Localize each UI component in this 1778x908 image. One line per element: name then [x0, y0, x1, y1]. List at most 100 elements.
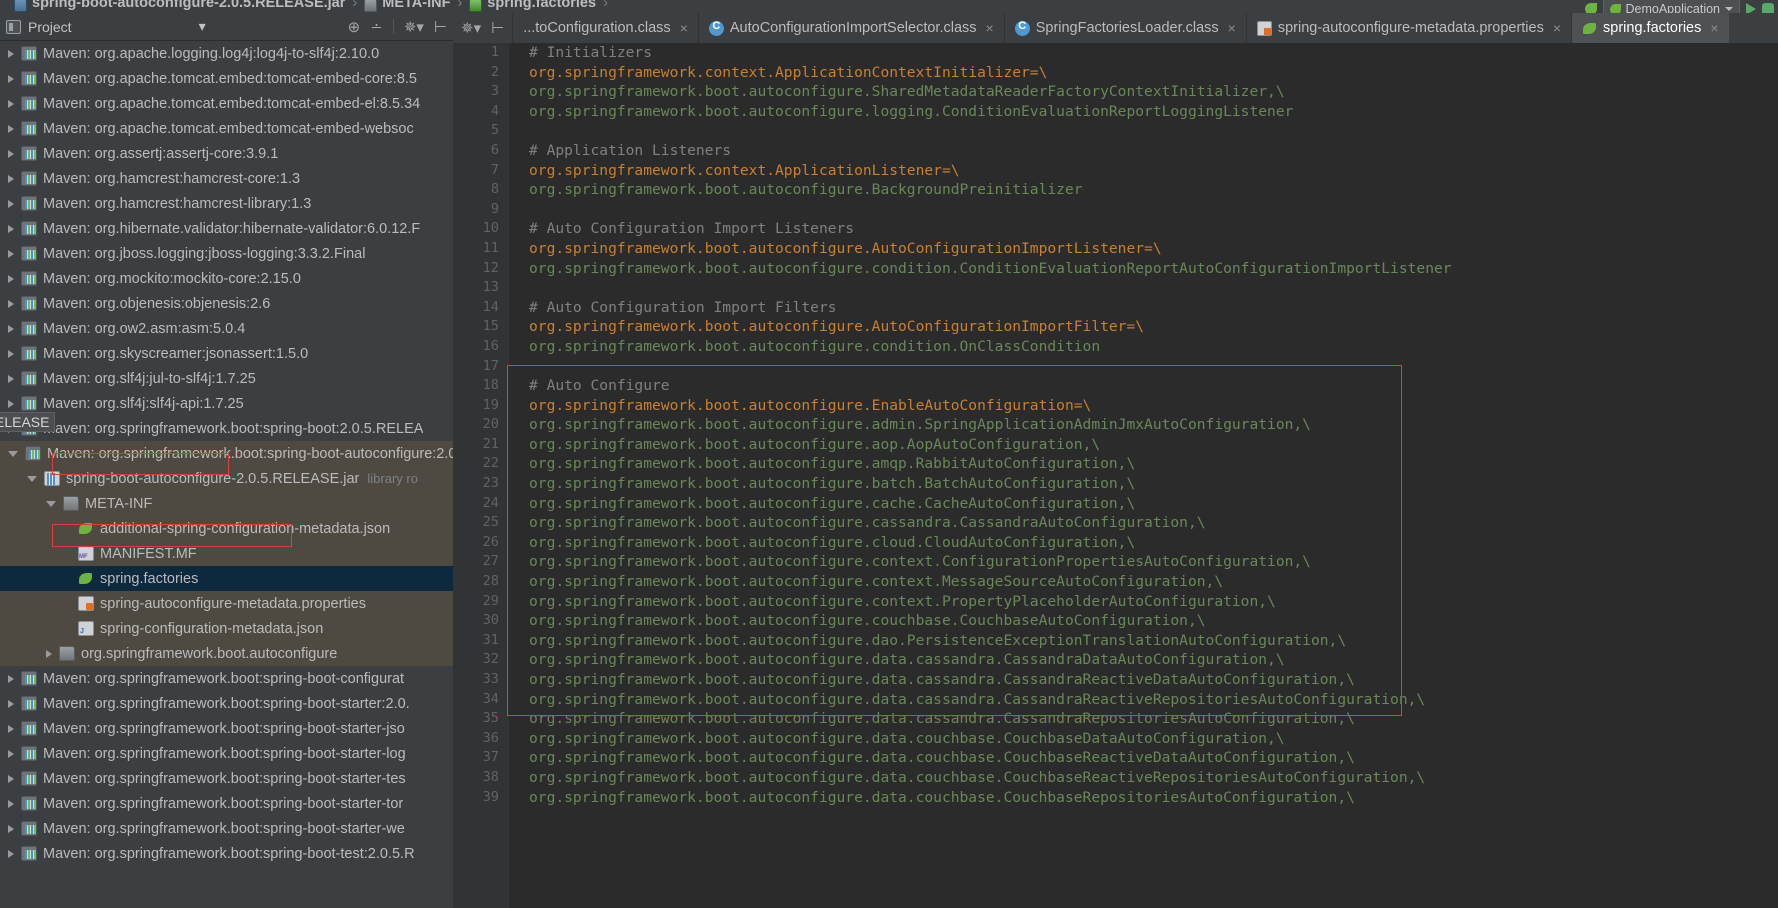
- code-line[interactable]: 18 # Auto Configure: [453, 376, 1778, 396]
- close-icon[interactable]: ×: [1228, 20, 1236, 36]
- chevron-down-icon[interactable]: [8, 450, 18, 457]
- hide-panel-icon[interactable]: ⊢: [434, 18, 447, 36]
- code-line[interactable]: 11 org.springframework.boot.autoconfigure…: [453, 239, 1778, 259]
- tree-row[interactable]: spring-autoconfigure-metadata.properties: [0, 591, 453, 616]
- tree-row[interactable]: Maven: org.slf4j:jul-to-slf4j:1.7.25: [0, 366, 453, 391]
- settings-gear-icon[interactable]: ✵▾: [461, 19, 481, 37]
- breadcrumb-item-file[interactable]: spring.factories: [487, 0, 596, 11]
- tree-row[interactable]: Maven: org.apache.tomcat.embed:tomcat-em…: [0, 66, 453, 91]
- chevron-right-icon[interactable]: [8, 174, 14, 183]
- code-line[interactable]: 32 org.springframework.boot.autoconfigure…: [453, 650, 1778, 670]
- chevron-down-icon[interactable]: [27, 475, 37, 482]
- code-line[interactable]: 38 org.springframework.boot.autoconfigure…: [453, 768, 1778, 788]
- run-configuration-selector[interactable]: DemoApplication: [1602, 0, 1740, 13]
- tree-row[interactable]: Maven: org.hamcrest:hamcrest-core:1.3: [0, 166, 453, 191]
- collapse-all-icon[interactable]: ∸: [370, 18, 383, 36]
- hide-panel-icon[interactable]: ⊢: [491, 19, 504, 37]
- code-line[interactable]: 21 org.springframework.boot.autoconfigure…: [453, 435, 1778, 455]
- code-line[interactable]: 35 org.springframework.boot.autoconfigure…: [453, 709, 1778, 729]
- tree-row[interactable]: Maven: org.objenesis:objenesis:2.6: [0, 291, 453, 316]
- code-line[interactable]: 2 org.springframework.context.Application…: [453, 63, 1778, 83]
- chevron-right-icon[interactable]: [8, 274, 14, 283]
- chevron-right-icon[interactable]: [8, 124, 14, 133]
- chevron-right-icon[interactable]: [8, 824, 14, 833]
- chevron-right-icon[interactable]: [8, 224, 14, 233]
- chevron-right-icon[interactable]: [8, 99, 14, 108]
- code-line[interactable]: 34 org.springframework.boot.autoconfigure…: [453, 690, 1778, 710]
- code-line[interactable]: 30 org.springframework.boot.autoconfigure…: [453, 611, 1778, 631]
- code-line[interactable]: 1 # Initializers: [453, 43, 1778, 63]
- tree-row[interactable]: Maven: org.slf4j:slf4j-api:1.7.25: [0, 391, 453, 416]
- code-line[interactable]: 14 # Auto Configuration Import Filters: [453, 298, 1778, 318]
- editor-tab[interactable]: spring.factories ×: [1571, 13, 1729, 43]
- code-line[interactable]: 6 # Application Listeners: [453, 141, 1778, 161]
- tree-row[interactable]: spring.factories: [0, 566, 453, 591]
- tree-row[interactable]: Maven: org.springframework.boot:spring-b…: [0, 441, 453, 466]
- code-line[interactable]: 9: [453, 200, 1778, 220]
- code-line[interactable]: 13: [453, 278, 1778, 298]
- chevron-right-icon[interactable]: [8, 299, 14, 308]
- tree-row[interactable]: Maven: org.springframework.boot:spring-b…: [0, 766, 453, 791]
- chevron-right-icon[interactable]: [8, 249, 14, 258]
- code-line[interactable]: 23 org.springframework.boot.autoconfigure…: [453, 474, 1778, 494]
- code-line[interactable]: 5: [453, 121, 1778, 141]
- tree-row[interactable]: Maven: org.springframework.boot:spring-b…: [0, 691, 453, 716]
- code-line[interactable]: 15 org.springframework.boot.autoconfigure…: [453, 317, 1778, 337]
- tree-row[interactable]: spring-boot-autoconfigure-2.0.5.RELEASE.…: [0, 466, 453, 491]
- code-line[interactable]: 4 org.springframework.boot.autoconfigure.…: [453, 102, 1778, 122]
- code-line[interactable]: 19 org.springframework.boot.autoconfigure…: [453, 396, 1778, 416]
- chevron-right-icon[interactable]: [8, 324, 14, 333]
- breadcrumb-item-metainf[interactable]: META-INF: [382, 0, 450, 11]
- chevron-right-icon[interactable]: [8, 199, 14, 208]
- code-line[interactable]: 17: [453, 357, 1778, 377]
- code-line[interactable]: 22 org.springframework.boot.autoconfigure…: [453, 454, 1778, 474]
- code-line[interactable]: 26 org.springframework.boot.autoconfigure…: [453, 533, 1778, 553]
- chevron-right-icon[interactable]: [8, 674, 14, 683]
- code-line[interactable]: 33 org.springframework.boot.autoconfigure…: [453, 670, 1778, 690]
- tree-row[interactable]: Maven: org.ow2.asm:asm:5.0.4: [0, 316, 453, 341]
- chevron-right-icon[interactable]: [46, 649, 52, 658]
- code-line[interactable]: 24 org.springframework.boot.autoconfigure…: [453, 494, 1778, 514]
- code-line[interactable]: 8 org.springframework.boot.autoconfigure.…: [453, 180, 1778, 200]
- tree-row[interactable]: Maven: org.hamcrest:hamcrest-library:1.3: [0, 191, 453, 216]
- run-icon[interactable]: [1746, 3, 1756, 13]
- tree-row[interactable]: additional-spring-configuration-metadata…: [0, 516, 453, 541]
- tree-row[interactable]: Maven: org.springframework.boot:spring-b…: [0, 666, 453, 691]
- chevron-right-icon[interactable]: [8, 749, 14, 758]
- tree-row[interactable]: Maven: org.hibernate.validator:hibernate…: [0, 216, 453, 241]
- code-line[interactable]: 27 org.springframework.boot.autoconfigure…: [453, 552, 1778, 572]
- close-icon[interactable]: ×: [680, 20, 688, 36]
- settings-gear-icon[interactable]: ✵▾: [404, 18, 424, 36]
- tree-row[interactable]: org.springframework.boot.autoconfigure: [0, 641, 453, 666]
- chevron-right-icon[interactable]: [8, 724, 14, 733]
- code-line[interactable]: 29 org.springframework.boot.autoconfigure…: [453, 592, 1778, 612]
- editor-tab[interactable]: ...toConfiguration.class ×: [512, 13, 698, 43]
- code-line[interactable]: 25 org.springframework.boot.autoconfigure…: [453, 513, 1778, 533]
- code-line[interactable]: 28 org.springframework.boot.autoconfigure…: [453, 572, 1778, 592]
- chevron-right-icon[interactable]: [8, 149, 14, 158]
- tree-row[interactable]: spring-configuration-metadata.json: [0, 616, 453, 641]
- code-line[interactable]: 16 org.springframework.boot.autoconfigure…: [453, 337, 1778, 357]
- tree-row[interactable]: Maven: org.springframework.boot:spring-b…: [0, 791, 453, 816]
- close-icon[interactable]: ×: [1553, 20, 1561, 36]
- debug-icon[interactable]: [1762, 3, 1774, 13]
- code-line[interactable]: 39 org.springframework.boot.autoconfigure…: [453, 788, 1778, 808]
- editor-code-area[interactable]: 1 # Initializers 2 org.springframework.cont…: [453, 43, 1778, 908]
- code-line[interactable]: 12 org.springframework.boot.autoconfigure…: [453, 259, 1778, 279]
- chevron-down-icon[interactable]: ▾: [199, 18, 206, 35]
- locate-icon[interactable]: ⊕: [348, 18, 361, 36]
- tree-row[interactable]: Maven: org.springframework.boot:spring-b…: [0, 716, 453, 741]
- tree-row[interactable]: Maven: org.apache.logging.log4j:log4j-to…: [0, 41, 453, 66]
- editor-tab[interactable]: SpringFactoriesLoader.class ×: [1003, 13, 1246, 43]
- chevron-right-icon[interactable]: [8, 349, 14, 358]
- chevron-down-icon[interactable]: [46, 500, 56, 507]
- tree-row[interactable]: Maven: org.springframework.boot:spring-b…: [0, 741, 453, 766]
- editor-tab[interactable]: spring-autoconfigure-metadata.properties…: [1245, 13, 1571, 43]
- tree-row[interactable]: META-INF: [0, 491, 453, 516]
- code-line[interactable]: 31 org.springframework.boot.autoconfigure…: [453, 631, 1778, 651]
- chevron-right-icon[interactable]: [8, 849, 14, 858]
- chevron-right-icon[interactable]: [8, 49, 14, 58]
- breadcrumb-item-jar[interactable]: spring-boot-autoconfigure-2.0.5.RELEASE.…: [32, 0, 345, 11]
- tree-row[interactable]: Maven: org.springframework.boot:spring-b…: [0, 416, 453, 441]
- chevron-right-icon[interactable]: [8, 399, 14, 408]
